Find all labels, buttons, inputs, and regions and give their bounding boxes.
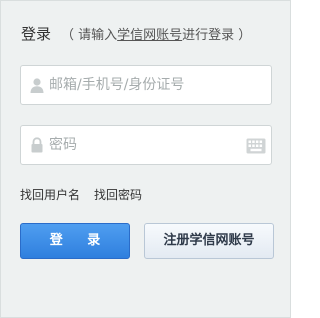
login-button[interactable]: 登 录: [20, 223, 130, 259]
hint-suffix: 进行登录 ）: [182, 28, 252, 43]
keyboard-icon[interactable]: [246, 138, 266, 154]
hint-prefix: （ 请输入: [61, 28, 118, 43]
password-input[interactable]: [49, 132, 239, 158]
account-field[interactable]: [20, 65, 272, 105]
recover-password-link[interactable]: 找回密码: [94, 188, 142, 202]
lock-icon: [29, 137, 45, 153]
password-field[interactable]: [20, 125, 272, 165]
register-button[interactable]: 注册学信网账号: [144, 223, 274, 259]
account-input[interactable]: [49, 72, 239, 98]
user-icon: [29, 77, 45, 93]
recovery-links: 找回用户名 找回密码: [20, 187, 142, 203]
login-title: 登录: [21, 25, 52, 43]
login-panel: 登录 （ 请输入学信网账号进行登录 ） 邮箱/手机号/身份证号 找回用户名 找回密…: [0, 0, 291, 318]
hint-account-name: 学信网账号: [117, 28, 183, 43]
login-hint: （ 请输入学信网账号进行登录 ）: [61, 28, 251, 43]
recover-username-link[interactable]: 找回用户名: [20, 188, 80, 202]
login-heading: 登录 （ 请输入学信网账号进行登录 ）: [21, 24, 251, 44]
